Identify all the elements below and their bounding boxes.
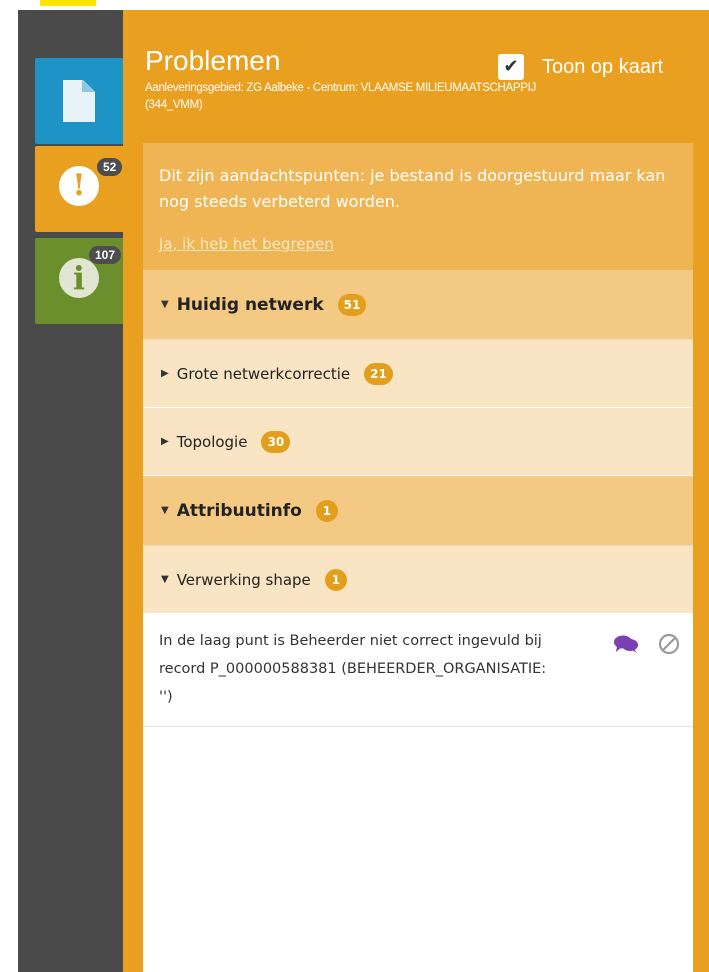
caret-right-icon: ▶: [161, 436, 169, 447]
subgroup-label: Verwerking shape: [176, 570, 311, 589]
subgroup-label: Topologie: [176, 432, 248, 451]
group-count-badge: 1: [315, 499, 338, 522]
tab-problems[interactable]: ! 52: [35, 146, 123, 232]
group-attribuutinfo[interactable]: ▼ Attribuutinfo 1: [143, 476, 693, 546]
info-icon: i: [59, 258, 99, 298]
caret-down-icon: ▼: [161, 505, 169, 516]
acknowledge-link[interactable]: Ja, ik heb het begrepen: [159, 235, 334, 253]
caret-down-icon: ▼: [161, 299, 169, 310]
problem-text: In de laag punt is Beheerder niet correc…: [159, 633, 547, 705]
caret-right-icon: ▶: [161, 368, 169, 379]
caret-down-icon: ▼: [161, 574, 169, 585]
panel-subtitle: Aanleveringsgebied: ZG Aalbeke - Centrum…: [145, 82, 536, 111]
subgroup-verwerking-shape[interactable]: ▼ Verwerking shape 1: [143, 546, 693, 614]
problems-count-badge: 52: [97, 158, 123, 176]
group-huidig-netwerk[interactable]: ▼ Huidig netwerk 51: [143, 270, 693, 340]
tab-info[interactable]: i 107: [35, 238, 123, 324]
show-on-map-label[interactable]: Toon op kaart: [542, 56, 663, 79]
exclamation-icon: !: [59, 166, 99, 206]
group-label: Huidig netwerk: [176, 294, 324, 315]
sidebar: ! 52 i 107: [18, 10, 123, 972]
subgroup-count-badge: 30: [261, 430, 291, 453]
notice-box: Dit zijn aandachtspunten: je bestand is …: [143, 143, 693, 270]
left-rail: [0, 10, 18, 972]
subgroup-topologie[interactable]: ▶ Topologie 30: [143, 408, 693, 476]
group-label: Attribuutinfo: [176, 500, 302, 521]
group-count-badge: 51: [337, 293, 367, 316]
notice-text: Dit zijn aandachtspunten: je bestand is …: [159, 166, 666, 211]
show-on-map-checkbox[interactable]: ✔: [498, 54, 524, 80]
show-on-map-toggle[interactable]: ✔ Toon op kaart: [498, 53, 663, 81]
subgroup-label: Grote netwerkcorrectie: [176, 364, 351, 383]
top-strip: [0, 0, 709, 10]
subgroup-grote-netwerkcorrectie[interactable]: ▶ Grote netwerkcorrectie 21: [143, 340, 693, 408]
ignore-icon[interactable]: [657, 632, 681, 656]
info-count-badge: 107: [89, 246, 122, 264]
problem-item: In de laag punt is Beheerder niet correc…: [143, 614, 693, 727]
tab-documents[interactable]: [35, 58, 123, 144]
header-logo-sliver: [40, 0, 96, 6]
comment-icon[interactable]: [613, 634, 639, 654]
subgroup-count-badge: 1: [324, 568, 347, 591]
file-icon: [63, 80, 95, 122]
subgroup-count-badge: 21: [364, 362, 393, 385]
problems-content: Dit zijn aandachtspunten: je bestand is …: [143, 143, 693, 972]
panel-title: Problemen: [145, 45, 281, 76]
